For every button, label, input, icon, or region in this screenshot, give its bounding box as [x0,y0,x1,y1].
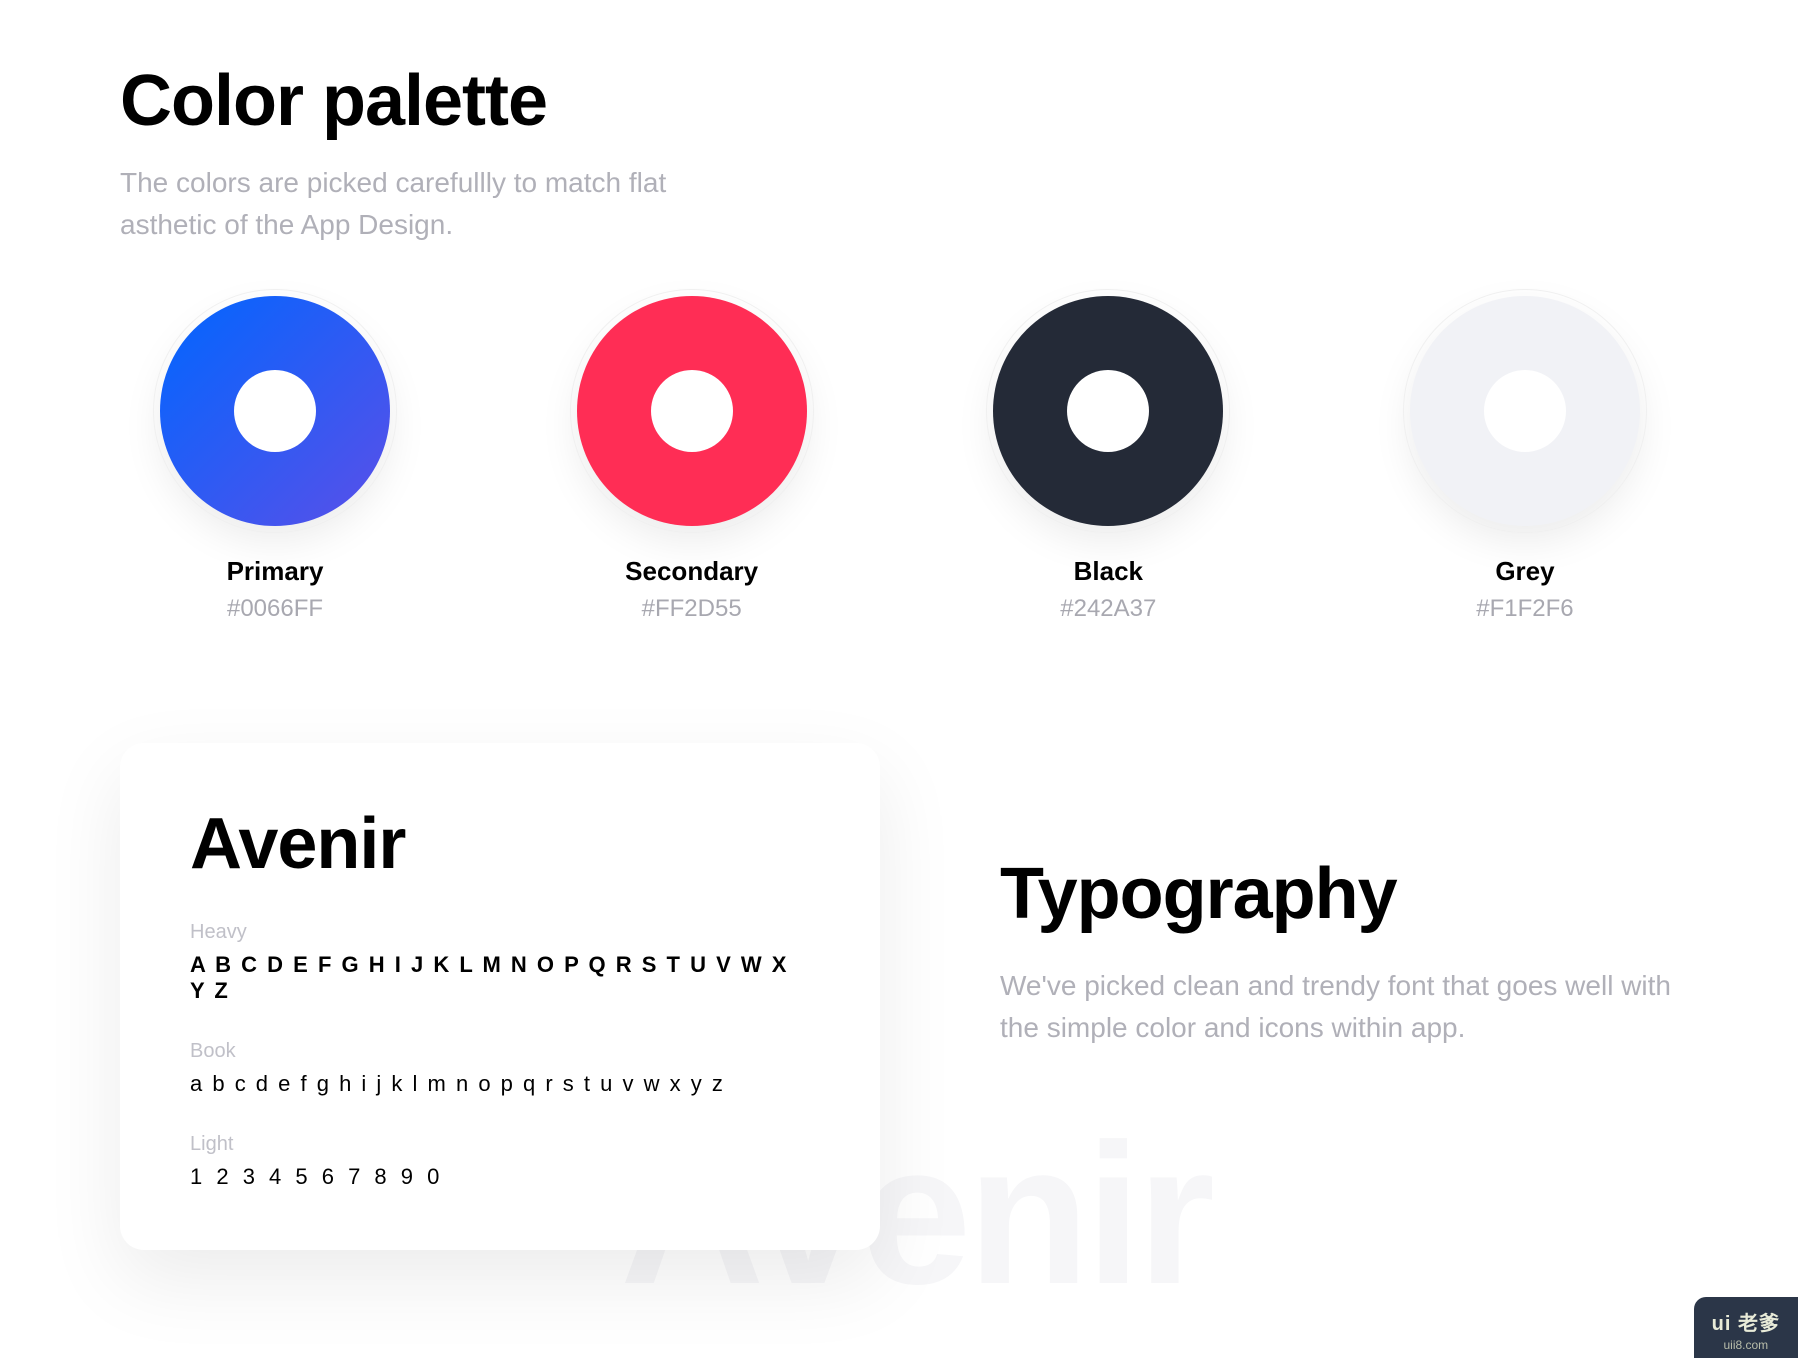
color-hole [1067,370,1149,452]
swatch-hex: #0066FF [227,595,323,623]
color-circle-primary [160,296,390,526]
sample-book: a b c d e f g h i j k l m n o p q r s t … [190,1071,810,1097]
typography-description: We've picked clean and trendy font that … [1000,965,1680,1049]
typography-title: Typography [1000,853,1680,935]
color-circle-black [993,296,1223,526]
sample-heavy: A B C D E F G H I J K L M N O P Q R S T … [190,952,810,1004]
color-hole [651,370,733,452]
swatch-label: Primary [227,556,324,587]
weight-label-light: Light [190,1133,810,1156]
typography-section: Avenir Heavy A B C D E F G H I J K L M N… [120,743,1680,1250]
palette-row: Primary #0066FF Secondary #FF2D55 Black … [120,296,1680,623]
swatch-secondary: Secondary #FF2D55 [577,296,807,623]
swatch-label: Black [1074,556,1143,587]
typography-info: Typography We've picked clean and trendy… [1000,743,1680,1250]
palette-title: Color palette [120,60,1680,142]
color-circle-secondary [577,296,807,526]
sample-light: 1 2 3 4 5 6 7 8 9 0 [190,1164,810,1190]
swatch-hex: #F1F2F6 [1476,595,1573,623]
swatch-label: Grey [1495,556,1554,587]
weight-label-book: Book [190,1040,810,1063]
badge-main: ui 老爹 [1712,1307,1780,1336]
badge-sub: uii8.com [1712,1338,1780,1352]
color-hole [234,370,316,452]
font-name: Avenir [190,803,810,885]
swatch-hex: #242A37 [1060,595,1156,623]
palette-description: The colors are picked carefullly to matc… [120,162,700,246]
typography-card: Avenir Heavy A B C D E F G H I J K L M N… [120,743,880,1250]
swatch-label: Secondary [625,556,758,587]
swatch-grey: Grey #F1F2F6 [1410,296,1640,623]
site-badge[interactable]: ui 老爹 uii8.com [1694,1297,1798,1358]
color-hole [1484,370,1566,452]
swatch-hex: #FF2D55 [642,595,742,623]
swatch-primary: Primary #0066FF [160,296,390,623]
weight-label-heavy: Heavy [190,921,810,944]
color-circle-grey [1410,296,1640,526]
swatch-black: Black #242A37 [993,296,1223,623]
